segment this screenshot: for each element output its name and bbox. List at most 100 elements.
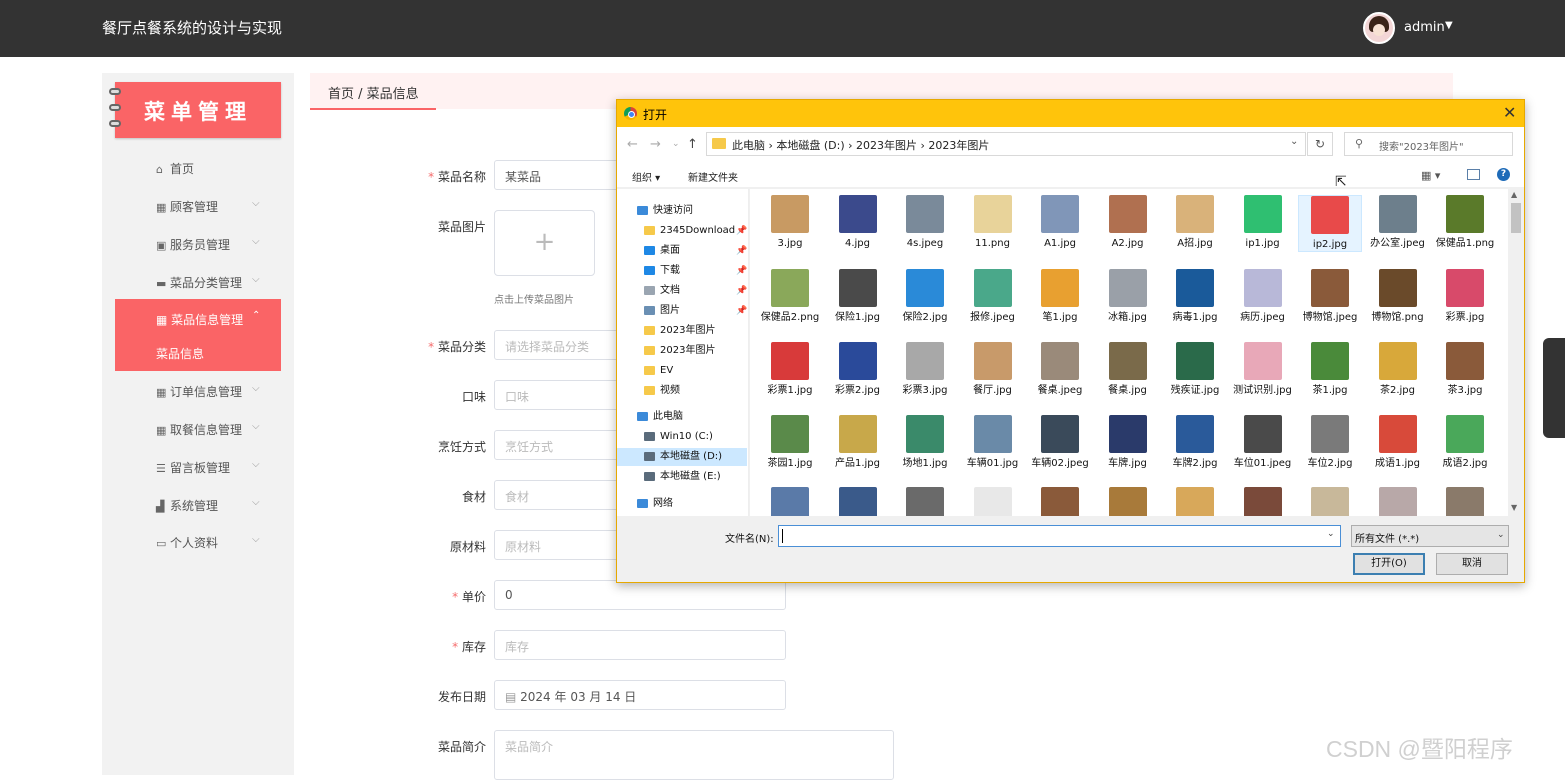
address-path[interactable]: 此电脑 › 本地磁盘 (D:) › 2023年图片 › 2023年图片: [732, 137, 989, 153]
view-options-icon[interactable]: ▦ ▾: [1421, 169, 1440, 182]
sidebar-item[interactable]: ▣ 服务员管理 ⌵: [156, 236, 286, 256]
form-input[interactable]: ▤ 2024 年 03 月 14 日: [494, 680, 786, 710]
file-item[interactable]: 报修.jpeg: [961, 269, 1025, 324]
close-icon[interactable]: ✕: [1503, 103, 1516, 122]
file-item[interactable]: 餐厅.jpg: [961, 342, 1025, 397]
file-item[interactable]: 车位01.jpeg: [1231, 415, 1295, 470]
tree-item[interactable]: 快速访问: [637, 202, 693, 220]
file-item[interactable]: 测试识别.jpg: [1231, 342, 1295, 397]
tree-item[interactable]: 图片 📌: [644, 302, 747, 320]
file-item[interactable]: A1.jpg: [1028, 195, 1092, 250]
file-item[interactable]: 餐桌.jpeg: [1028, 342, 1092, 397]
breadcrumb[interactable]: 首页 / 菜品信息: [328, 83, 419, 102]
file-item[interactable]: 4s.jpeg: [893, 195, 957, 250]
file-item[interactable]: [758, 487, 822, 516]
form-input[interactable]: 库存: [494, 630, 786, 660]
image-upload-button[interactable]: +: [494, 210, 595, 276]
organize-button[interactable]: 组织 ▾: [632, 169, 660, 184]
file-item[interactable]: 场地1.jpg: [893, 415, 957, 470]
file-item[interactable]: 茶1.jpg: [1298, 342, 1362, 397]
file-item[interactable]: [1096, 487, 1160, 516]
file-item[interactable]: 办公室.jpeg: [1366, 195, 1430, 250]
preview-pane-icon[interactable]: [1467, 169, 1480, 180]
sidebar-item[interactable]: ▦ 取餐信息管理 ⌵: [156, 421, 286, 441]
sidebar-item[interactable]: ⌂ 首页: [156, 160, 286, 180]
file-item[interactable]: 车牌2.jpg: [1163, 415, 1227, 470]
user-name[interactable]: admin: [1404, 20, 1445, 35]
file-item[interactable]: 博物馆.png: [1366, 269, 1430, 324]
file-item[interactable]: 产品1.jpg: [826, 415, 890, 470]
tree-item[interactable]: 2345Download 📌: [644, 222, 747, 240]
tree-item[interactable]: 此电脑: [637, 408, 683, 426]
form-input[interactable]: 菜品简介: [494, 730, 894, 780]
file-item[interactable]: A2.jpg: [1096, 195, 1160, 250]
user-avatar[interactable]: [1363, 12, 1395, 44]
file-item[interactable]: 餐桌.jpg: [1096, 342, 1160, 397]
file-item[interactable]: 茶2.jpg: [1366, 342, 1430, 397]
recent-chevron-icon[interactable]: ⌄: [672, 139, 680, 149]
file-item[interactable]: A招.jpg: [1163, 195, 1227, 250]
refresh-icon[interactable]: ↻: [1307, 132, 1333, 156]
help-icon[interactable]: ?: [1497, 168, 1510, 181]
sidebar-item-dish-info-management[interactable]: ▦ 菜品信息管理 ⌃ 菜品信息: [115, 299, 281, 371]
file-item[interactable]: [826, 487, 890, 516]
file-item[interactable]: [961, 487, 1025, 516]
tree-item[interactable]: EV: [644, 362, 673, 380]
sidebar-item[interactable]: ☰ 留言板管理 ⌵: [156, 459, 286, 479]
file-item[interactable]: 彩票.jpg: [1433, 269, 1497, 324]
file-item[interactable]: 病毒1.jpg: [1163, 269, 1227, 324]
user-menu-caret-icon[interactable]: ▼: [1445, 20, 1453, 31]
file-item[interactable]: 彩票3.jpg: [893, 342, 957, 397]
sidebar-item[interactable]: ▦ 订单信息管理 ⌵: [156, 383, 286, 403]
file-item[interactable]: ip2.jpg: [1298, 195, 1362, 252]
tree-item[interactable]: 下载 📌: [644, 262, 747, 280]
file-item[interactable]: 保险2.jpg: [893, 269, 957, 324]
file-item[interactable]: ip1.jpg: [1231, 195, 1295, 250]
tree-item[interactable]: 本地磁盘 (E:): [644, 468, 721, 486]
new-folder-button[interactable]: 新建文件夹: [688, 169, 738, 184]
tree-item[interactable]: 视频: [644, 382, 680, 400]
file-item[interactable]: [1298, 487, 1362, 516]
file-item[interactable]: 车辆02.jpeg: [1028, 415, 1092, 470]
up-arrow-icon[interactable]: ↑: [687, 137, 698, 152]
file-item[interactable]: [1433, 487, 1497, 516]
file-item[interactable]: 病历.jpeg: [1231, 269, 1295, 324]
tree-item[interactable]: Win10 (C:): [644, 428, 713, 446]
file-item[interactable]: 保健品1.png: [1433, 195, 1497, 250]
file-item[interactable]: 成语2.jpg: [1433, 415, 1497, 470]
sidebar-item[interactable]: ▟ 系统管理 ⌵: [156, 497, 286, 517]
file-item[interactable]: [1163, 487, 1227, 516]
search-input[interactable]: ⚲ 搜索"2023年图片": [1344, 132, 1513, 156]
file-item[interactable]: 车牌.jpg: [1096, 415, 1160, 470]
file-grid-scrollbar[interactable]: ▲ ▼: [1508, 189, 1524, 516]
forward-arrow-icon[interactable]: →: [650, 137, 661, 152]
file-item[interactable]: [893, 487, 957, 516]
file-item[interactable]: 彩票2.jpg: [826, 342, 890, 397]
scroll-down-icon[interactable]: ▼: [1511, 503, 1517, 512]
back-arrow-icon[interactable]: ←: [627, 137, 638, 152]
file-item[interactable]: 冰箱.jpg: [1096, 269, 1160, 324]
tree-item[interactable]: 桌面 📌: [644, 242, 747, 260]
sidebar-item[interactable]: ▭ 个人资料 ⌵: [156, 534, 286, 554]
side-scroll-tab[interactable]: [1543, 338, 1565, 438]
sidebar-subitem-dish-info[interactable]: 菜品信息: [156, 345, 204, 362]
file-item[interactable]: [1366, 487, 1430, 516]
file-item[interactable]: 车位2.jpg: [1298, 415, 1362, 470]
tree-item[interactable]: 本地磁盘 (D:): [617, 448, 747, 466]
form-input[interactable]: 0: [494, 580, 786, 610]
tree-item[interactable]: 文档 📌: [644, 282, 747, 300]
file-item[interactable]: 保险1.jpg: [826, 269, 890, 324]
tree-item[interactable]: 2023年图片: [644, 322, 715, 340]
file-item[interactable]: 笔1.jpg: [1028, 269, 1092, 324]
address-dropdown-icon[interactable]: ⌄: [1290, 136, 1298, 147]
address-bar[interactable]: 此电脑 › 本地磁盘 (D:) › 2023年图片 › 2023年图片 ⌄: [706, 132, 1306, 156]
file-item[interactable]: 博物馆.jpeg: [1298, 269, 1362, 324]
file-item[interactable]: [1028, 487, 1092, 516]
file-item[interactable]: [1231, 487, 1295, 516]
file-item[interactable]: 残疾证.jpg: [1163, 342, 1227, 397]
file-item[interactable]: 茶3.jpg: [1433, 342, 1497, 397]
file-item[interactable]: 保健品2.png: [758, 269, 822, 324]
filetype-select[interactable]: 所有文件 (*.*) ⌄: [1351, 525, 1509, 547]
file-item[interactable]: 彩票1.jpg: [758, 342, 822, 397]
tree-item[interactable]: 网络: [637, 495, 673, 513]
